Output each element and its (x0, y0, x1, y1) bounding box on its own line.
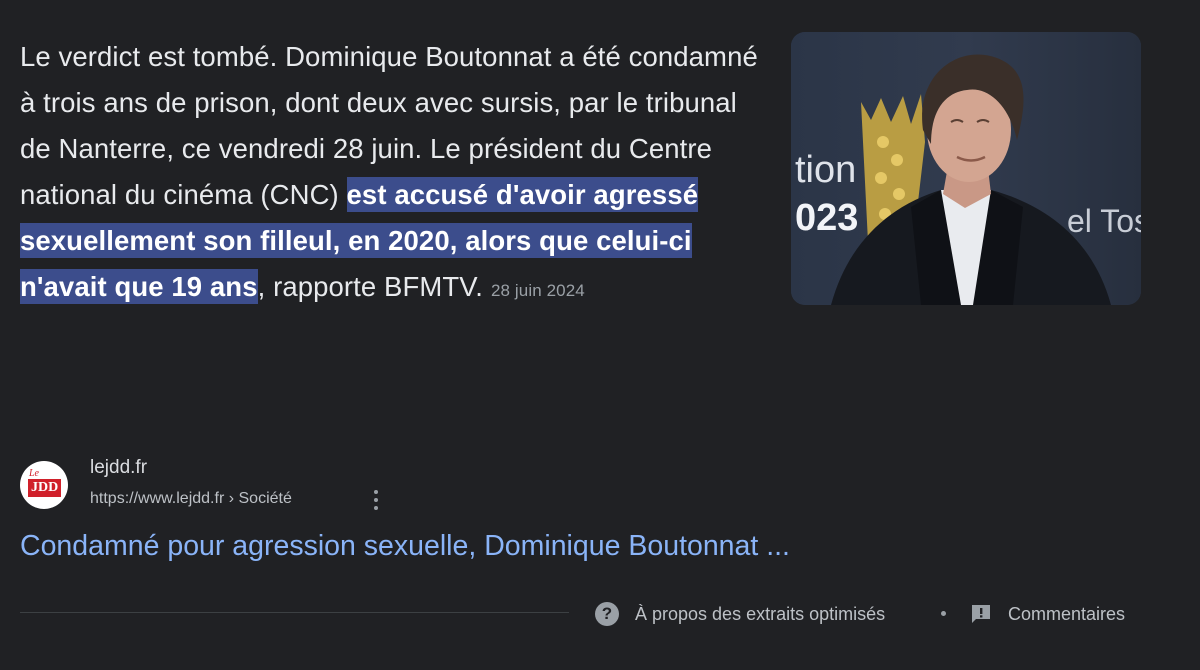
result-title-link[interactable]: Condamné pour agression sexuelle, Domini… (20, 530, 790, 563)
person-photo: tion 023 el Tos (791, 32, 1141, 305)
snippet-text-after: , rapporte BFMTV. (257, 271, 483, 302)
about-snippets-label: À propos des extraits optimisés (635, 603, 886, 624)
feedback-icon (970, 604, 992, 624)
help-circle-icon: ? (595, 602, 619, 626)
favicon-logo: Le JDD (20, 461, 68, 509)
backdrop-text-left-top: tion (795, 149, 856, 191)
backdrop-text-left-bottom: 023 (795, 197, 858, 239)
backdrop-text-right: el Tos (1067, 203, 1141, 239)
favicon-text: JDD (28, 479, 62, 497)
snippet-thumbnail[interactable]: tion 023 el Tos (791, 32, 1141, 305)
result-source[interactable]: Le JDD lejdd.fr https://www.lejdd.fr › S… (20, 455, 620, 511)
favicon-text-top: Le (29, 468, 39, 479)
featured-snippet-text: Le verdict est tombé. Dominique Boutonna… (20, 34, 760, 314)
snippet-date: 28 juin 2024 (490, 281, 585, 300)
divider (20, 612, 569, 613)
site-url[interactable]: https://www.lejdd.fr › Société (90, 490, 292, 508)
more-vert-icon[interactable] (370, 488, 382, 512)
site-name[interactable]: lejdd.fr (90, 457, 147, 479)
feedback-label: Commentaires (1008, 603, 1126, 624)
separator-dot (941, 611, 946, 616)
about-snippets-link[interactable]: ? À propos des extraits optimisés (595, 600, 885, 628)
feedback-link[interactable]: Commentaires (970, 600, 1125, 628)
